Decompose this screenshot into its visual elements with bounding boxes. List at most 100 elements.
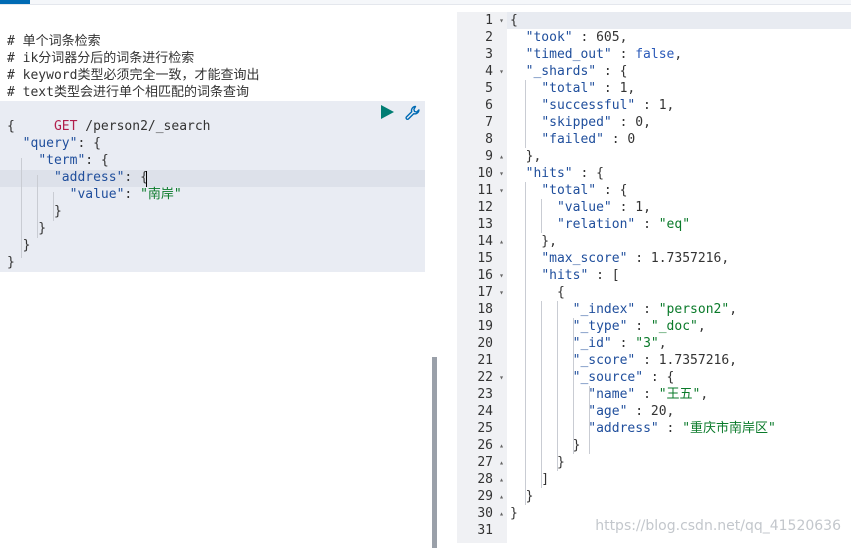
line-number: 17 ▾: [457, 284, 507, 301]
line-number: 1 ▾: [457, 12, 507, 29]
fold-toggle-icon[interactable]: ▴: [499, 488, 504, 505]
watermark: https://blog.csdn.net/qq_41520636: [595, 518, 841, 534]
active-tab-indicator[interactable]: [0, 0, 30, 4]
fold-toggle-icon[interactable]: ▴: [499, 233, 504, 250]
line-number: 10 ▾: [457, 165, 507, 182]
line-number-label: 26: [477, 438, 493, 453]
request-body-line[interactable]: }: [7, 254, 15, 271]
line-number: 7: [457, 114, 507, 131]
line-number-label: 19: [477, 319, 493, 334]
response-line: "_type" : "_doc",: [572, 319, 706, 334]
response-line: "failed" : 0: [541, 132, 636, 147]
line-number-label: 14: [477, 234, 493, 249]
line-number-label: 17: [477, 285, 493, 300]
fold-toggle-icon[interactable]: ▾: [499, 63, 504, 80]
play-icon[interactable]: [379, 104, 395, 120]
response-line: "name" : "王五",: [588, 387, 709, 402]
request-body-line[interactable]: "value": "南岸": [7, 186, 182, 203]
line-number-label: 5: [485, 81, 493, 96]
response-line: "relation" : "eq": [556, 217, 691, 232]
fold-toggle-icon[interactable]: ▾: [499, 267, 504, 284]
line-number-label: 20: [477, 336, 493, 351]
line-number-label: 31: [477, 523, 493, 538]
fold-toggle-icon[interactable]: ▾: [499, 284, 504, 301]
response-output[interactable]: 1 ▾ 2 3 4 ▾ 5 6 7 8 9 ▴ 10 ▾ 11 ▾ 12 13 14 ▴ 15 16 ▾ 17 ▾ 18 19 20 2…: [457, 12, 851, 543]
line-number-label: 10: [477, 166, 493, 181]
http-method: GET: [53, 119, 78, 134]
response-line: "hits" : {: [525, 166, 604, 181]
line-number: 21: [457, 352, 507, 369]
line-number: 11 ▾: [457, 182, 507, 199]
comment-line: # text类型会进行单个相匹配的词条查询: [7, 85, 249, 100]
response-line: ]: [510, 472, 550, 487]
line-number-label: 21: [477, 353, 493, 368]
response-line: "max_score" : 1.7357216,: [541, 251, 730, 266]
line-number: 23: [457, 386, 507, 403]
line-number: 19: [457, 318, 507, 335]
line-number-label: 16: [477, 268, 493, 283]
line-number-label: 23: [477, 387, 493, 402]
response-line: "total" : 1,: [541, 81, 636, 96]
fold-toggle-icon[interactable]: ▴: [499, 148, 504, 165]
request-line[interactable]: GET /person2/_search: [7, 101, 211, 134]
response-line: "_index" : "person2",: [572, 302, 738, 317]
request-body-line[interactable]: "query": {: [7, 135, 101, 152]
request-body-line[interactable]: }: [7, 220, 46, 237]
line-number: 31: [457, 522, 507, 539]
line-number: 8: [457, 131, 507, 148]
response-line: },: [510, 234, 557, 249]
line-number-label: 3: [485, 47, 493, 62]
indent-guide: [53, 192, 54, 221]
response-line: "took" : 605,: [525, 30, 628, 45]
fold-toggle-icon[interactable]: ▴: [499, 437, 504, 454]
line-number: 2: [457, 29, 507, 46]
request-body-line[interactable]: "address": {: [7, 169, 148, 186]
comment-line: # ik分词器分后的词条进行检索: [7, 51, 195, 66]
line-number-label: 7: [485, 115, 493, 130]
fold-toggle-icon[interactable]: ▾: [499, 12, 504, 29]
response-line: "address" : "重庆市南岸区": [588, 421, 776, 436]
response-line: "timed_out" : false,: [525, 47, 683, 62]
line-number: 16 ▾: [457, 267, 507, 284]
line-number-label: 11: [477, 183, 493, 198]
panel-resize-scrollbar[interactable]: [432, 357, 437, 548]
fold-toggle-icon[interactable]: ▾: [499, 369, 504, 386]
request-editor[interactable]: # 单个词条检索 # ik分词器分后的词条进行检索 # keyword类型必须完…: [0, 5, 437, 548]
line-number: 26 ▴: [457, 437, 507, 454]
comment-line: # keyword类型必须完全一致，才能查询出: [7, 68, 260, 83]
fold-toggle-icon[interactable]: ▴: [499, 471, 504, 488]
line-number-label: 1: [485, 13, 493, 28]
line-number: 5: [457, 80, 507, 97]
line-number: 18: [457, 301, 507, 318]
line-number-label: 15: [477, 251, 493, 266]
fold-toggle-icon[interactable]: ▴: [499, 454, 504, 471]
line-number: 28 ▴: [457, 471, 507, 488]
fold-toggle-icon[interactable]: ▴: [499, 505, 504, 522]
line-number-label: 8: [485, 132, 493, 147]
response-line: "hits" : [: [541, 268, 620, 283]
request-body-line[interactable]: "term": {: [7, 152, 108, 169]
response-line: "_id" : "3",: [572, 336, 667, 351]
line-number: 27 ▴: [457, 454, 507, 471]
fold-toggle-icon[interactable]: ▾: [499, 182, 504, 199]
line-number: 30 ▴: [457, 505, 507, 522]
line-number-label: 9: [485, 149, 493, 164]
line-number: 24: [457, 403, 507, 420]
response-line: },: [510, 149, 542, 164]
response-line: {: [510, 13, 518, 28]
line-number: 12: [457, 199, 507, 216]
request-body-line[interactable]: {: [7, 118, 15, 135]
wrench-icon[interactable]: [404, 104, 422, 122]
line-number: 20: [457, 335, 507, 352]
response-line: "value" : 1,: [556, 200, 651, 215]
line-number-label: 12: [477, 200, 493, 215]
comment-line: # 单个词条检索: [7, 34, 101, 49]
line-number-gutter: 1 ▾ 2 3 4 ▾ 5 6 7 8 9 ▴ 10 ▾ 11 ▾ 12 13 14 ▴ 15 16 ▾ 17 ▾ 18 19 20 2…: [457, 12, 507, 543]
request-body-line[interactable]: }: [7, 237, 31, 254]
response-line: {: [510, 285, 565, 300]
line-number: 29 ▴: [457, 488, 507, 505]
line-number: 4 ▾: [457, 63, 507, 80]
fold-toggle-icon[interactable]: ▾: [499, 165, 504, 182]
request-path: /person2/_search: [85, 119, 211, 134]
line-number-label: 27: [477, 455, 493, 470]
